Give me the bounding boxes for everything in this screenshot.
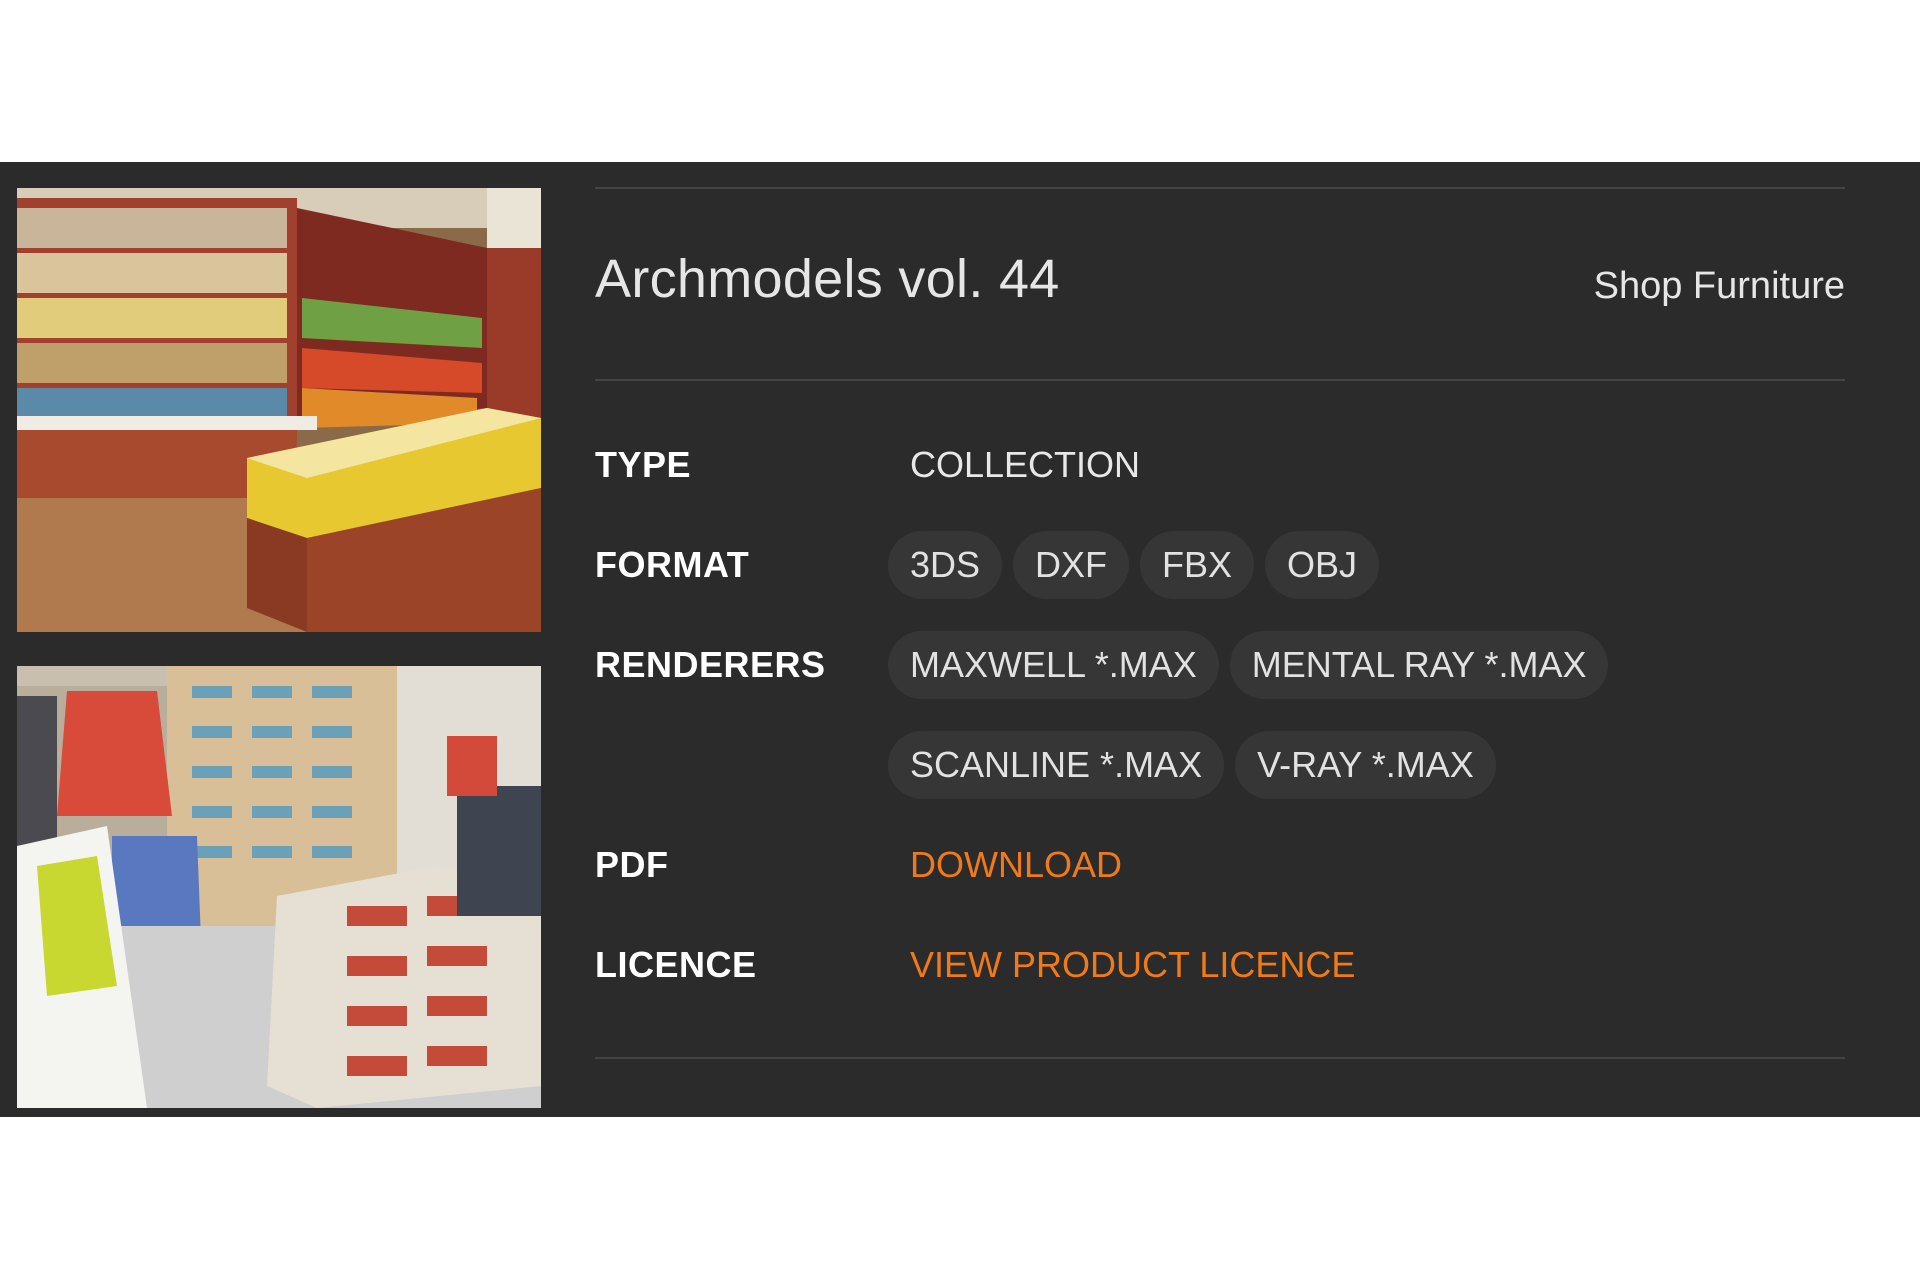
renderer-tag[interactable]: SCANLINE *.MAX	[888, 731, 1225, 799]
renderer-tag[interactable]: MENTAL RAY *.MAX	[1229, 631, 1609, 699]
divider	[595, 187, 1845, 189]
product-panel: Archmodels vol. 44 Shop Furniture TYPE C…	[0, 162, 1920, 1117]
type-value: COLLECTION	[910, 444, 1141, 485]
product-category-link[interactable]: Shop Furniture	[1594, 265, 1845, 308]
format-tag[interactable]: FBX	[1140, 531, 1255, 599]
preview-image-clothing-store[interactable]	[17, 666, 541, 1108]
pdf-label: PDF	[595, 844, 669, 885]
product-title: Archmodels vol. 44	[595, 249, 1060, 309]
renderer-tag[interactable]: V-RAY *.MAX	[1235, 731, 1496, 799]
divider	[595, 1057, 1845, 1059]
renderer-tags-row-1: MAXWELL *.MAX MENTAL RAY *.MAX	[888, 631, 1609, 699]
preview-image-grocery[interactable]	[17, 188, 541, 632]
format-tag[interactable]: DXF	[1013, 531, 1130, 599]
licence-label: LICENCE	[595, 944, 757, 985]
product-info: Archmodels vol. 44 Shop Furniture TYPE C…	[595, 162, 1845, 1117]
renderers-label: RENDERERS	[595, 644, 826, 685]
format-tag[interactable]: 3DS	[888, 531, 1003, 599]
renderer-tags-row-2: SCANLINE *.MAX V-RAY *.MAX	[888, 731, 1496, 799]
clothing-store-icon	[17, 666, 541, 1108]
type-label: TYPE	[595, 444, 692, 485]
view-licence-link[interactable]: VIEW PRODUCT LICENCE	[910, 944, 1355, 986]
format-label: FORMAT	[595, 544, 750, 585]
pdf-download-link[interactable]: DOWNLOAD	[910, 844, 1122, 886]
divider	[595, 379, 1845, 381]
renderer-tag[interactable]: MAXWELL *.MAX	[888, 631, 1219, 699]
format-tags: 3DS DXF FBX OBJ	[888, 531, 1380, 599]
format-tag[interactable]: OBJ	[1265, 531, 1380, 599]
grocery-store-icon	[17, 188, 541, 632]
